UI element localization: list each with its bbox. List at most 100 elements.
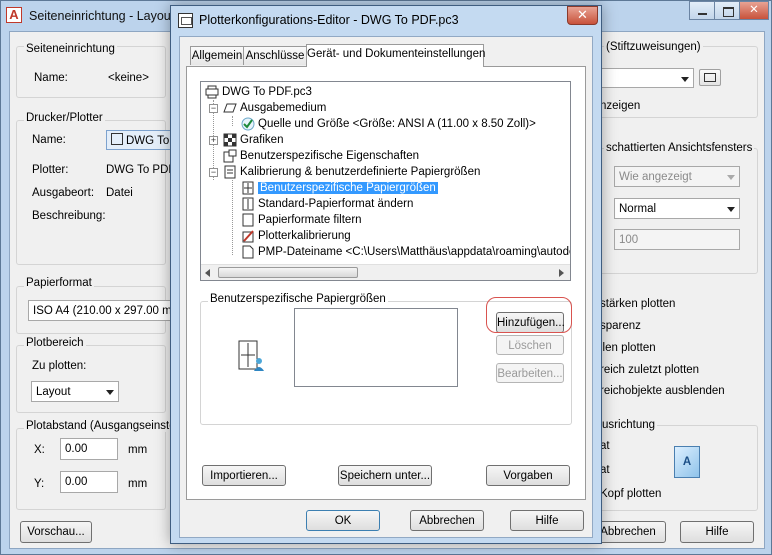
scrollbar-thumb[interactable] <box>218 267 358 278</box>
preview-button[interactable]: Vorschau... <box>20 521 92 543</box>
paper-size-value: ISO A4 (210.00 x 297.00 mm <box>33 305 178 317</box>
tree-node-graphics[interactable]: Grafiken <box>223 132 283 148</box>
option-lineweights[interactable]: stärken plotten <box>600 298 675 310</box>
custom-paper-sizes-group-label: Benutzerspezifische Papiergrößen <box>208 293 388 305</box>
orientation-group-label: usrichtung <box>600 419 658 431</box>
tree-node-plotter-calibration[interactable]: Plotterkalibrierung <box>241 228 351 244</box>
tree-node-modify-standard-paper[interactable]: Standard-Papierformat ändern <box>241 196 413 212</box>
graphics-icon <box>223 133 237 147</box>
tree-node-source-size[interactable]: Quelle und Größe <Größe: ANSI A (11.00 x… <box>241 116 536 132</box>
tree-node-custom-properties[interactable]: Benutzerspezifische Eigenschaften <box>223 148 419 164</box>
dpi-value: 100 <box>619 234 639 246</box>
dialog-title: Plotterkonfigurations-Editor - DWG To PD… <box>199 13 459 27</box>
offset-y-unit: mm <box>128 478 148 490</box>
printer-name-value: DWG To <box>126 135 170 147</box>
output-location-value: Datei <box>106 187 133 199</box>
settings-tree[interactable]: DWG To PDF.pc3 − Ausgabemedium Quelle un… <box>200 81 571 281</box>
tree-node-pc3[interactable]: DWG To PDF.pc3 <box>205 84 312 100</box>
minimize-icon[interactable] <box>689 1 715 20</box>
display-styles-label: nzeigen <box>600 100 641 112</box>
plotter-config-dialog: Plotterkonfigurations-Editor - DWG To PD… <box>170 5 602 544</box>
printer-group-label: Drucker/Plotter <box>24 112 105 124</box>
collapse-icon[interactable]: − <box>209 168 218 177</box>
paper-size-group-label: Papierformat <box>24 277 94 289</box>
maximize-icon[interactable] <box>714 1 740 20</box>
tree-node-filter-paper[interactable]: Papierformate filtern <box>241 212 362 228</box>
page-setup-name-value: <keine> <box>108 72 149 84</box>
tree-node-custom-paper-sizes[interactable]: Benutzerspezifische Papiergrößen <box>241 180 438 196</box>
custom-paper-size-icon <box>242 181 254 195</box>
plotter-label: Plotter: <box>32 164 69 176</box>
tree-horizontal-scrollbar[interactable] <box>201 264 570 280</box>
printer-name-combo[interactable]: DWG To <box>106 130 176 150</box>
quality-combo[interactable]: Normal <box>614 198 740 219</box>
offset-x-input[interactable]: 0.00 <box>60 438 118 460</box>
tree-node-calibration[interactable]: Kalibrierung & benutzerdefinierte Papier… <box>223 164 480 180</box>
tab-general[interactable]: Allgemein <box>190 46 244 65</box>
tab-ports[interactable]: Anschlüsse <box>243 46 307 65</box>
output-location-label: Ausgabeort: <box>32 187 95 199</box>
dialog-cancel-button[interactable]: Abbrechen <box>410 510 484 531</box>
custom-paper-sizes-list[interactable] <box>294 308 458 387</box>
printer-icon <box>111 133 123 145</box>
plot-area-group <box>16 345 166 413</box>
defaults-button[interactable]: Vorgaben <box>486 465 570 486</box>
tab-device-document-settings[interactable]: Gerät- und Dokumenteinstellungen <box>306 44 485 67</box>
chevron-down-icon <box>681 77 689 82</box>
autocad-app-icon: A <box>6 7 22 23</box>
plotter-icon <box>205 85 219 99</box>
orientation-upside-down[interactable]: Kopf plotten <box>600 488 661 500</box>
option-transparency[interactable]: sparenz <box>600 320 641 332</box>
tree-node-pmp-filename[interactable]: PMP-Dateiname <C:\Users\Matthäus\appdata… <box>241 244 570 260</box>
plotter-value: DWG To PDF <box>106 164 176 176</box>
plot-area-combo[interactable]: Layout <box>31 381 119 402</box>
orientation-page-icon: A <box>674 446 700 478</box>
edit-plot-style-icon[interactable] <box>699 69 721 86</box>
option-hide-paperspace[interactable]: reichobjekte ausblenden <box>600 385 725 397</box>
dialog-client: Allgemein Anschlüsse Gerät- und Dokument… <box>179 36 593 538</box>
paper-size-combo[interactable]: ISO A4 (210.00 x 297.00 mm <box>28 300 178 321</box>
quality-value: Normal <box>619 203 657 215</box>
dialog-help-button[interactable]: Hilfe <box>510 510 584 531</box>
scroll-left-icon[interactable] <box>205 269 210 277</box>
delete-button[interactable]: Löschen <box>496 335 564 355</box>
edit-button[interactable]: Bearbeiten... <box>496 363 564 383</box>
shade-plot-combo[interactable]: Wie angezeigt <box>614 166 740 187</box>
page-setup-close-icon[interactable]: ✕ <box>739 1 769 20</box>
page-setup-name-label: Name: <box>34 72 68 84</box>
filter-paper-icon <box>242 213 254 227</box>
tree-node-output-medium[interactable]: Ausgabemedium <box>223 100 326 116</box>
import-button[interactable]: Importieren... <box>202 465 286 486</box>
chevron-down-icon <box>727 175 735 180</box>
collapse-icon[interactable]: − <box>209 104 218 113</box>
chevron-down-icon <box>727 207 735 212</box>
page-setup-help-button[interactable]: Hilfe <box>680 521 754 543</box>
offset-y-value: 0.00 <box>65 476 88 488</box>
save-as-button[interactable]: Speichern unter... <box>338 465 432 486</box>
plot-area-label: Zu plotten: <box>32 360 87 372</box>
pmp-file-icon <box>242 245 254 259</box>
plotter-window-icon <box>178 13 193 28</box>
page-setup-window-title: Seiteneinrichtung - Layout <box>29 9 175 23</box>
plot-area-value: Layout <box>36 386 71 398</box>
expand-icon[interactable]: + <box>209 136 218 145</box>
chevron-down-icon <box>106 390 114 395</box>
ok-button[interactable]: OK <box>306 510 380 531</box>
scroll-right-icon[interactable] <box>559 269 564 277</box>
calibration-icon <box>224 165 236 179</box>
offset-y-label: Y: <box>34 478 45 490</box>
custom-properties-icon <box>223 149 237 163</box>
offset-x-value: 0.00 <box>65 443 88 455</box>
option-paperspace-last[interactable]: reich zuletzt plotten <box>600 364 699 376</box>
plotter-calibration-icon <box>242 230 254 243</box>
plot-style-combo[interactable] <box>600 68 694 88</box>
option-plot-styles[interactable]: ilen plotten <box>600 342 656 354</box>
description-label: Beschreibung: <box>32 210 106 222</box>
dpi-input[interactable]: 100 <box>614 229 740 250</box>
close-icon[interactable]: ✕ <box>567 6 598 25</box>
annotation-highlight-circle <box>486 297 572 333</box>
checkmark-icon <box>241 117 255 131</box>
paper-media-icon <box>223 103 237 113</box>
offset-y-input[interactable]: 0.00 <box>60 471 118 493</box>
plot-style-group-label: (Stiftzuweisungen) <box>604 41 703 53</box>
